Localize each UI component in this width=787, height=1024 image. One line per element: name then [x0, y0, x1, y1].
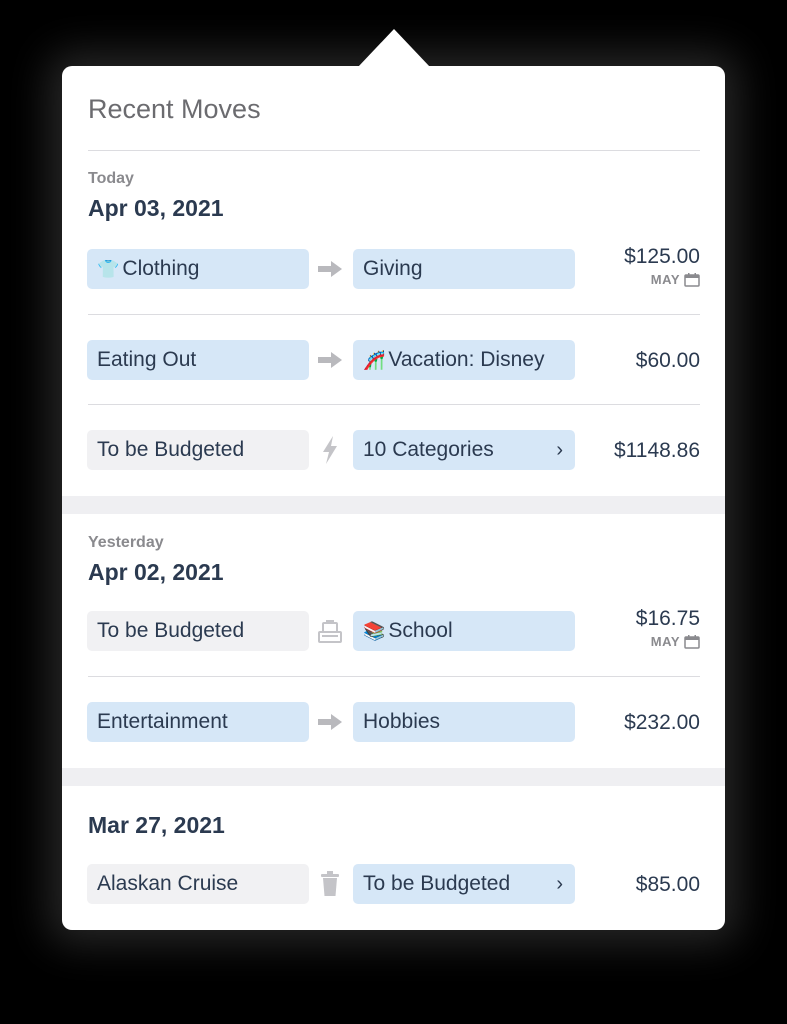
move-row[interactable]: Entertainment Hobbies $232.00	[62, 684, 725, 775]
arrow-right-icon	[315, 249, 345, 289]
to-category-pill[interactable]: Hobbies	[353, 702, 575, 742]
to-category-label: School	[388, 619, 453, 642]
from-category-label: Entertainment	[97, 710, 228, 733]
to-category-pill[interactable]: To be Budgeted ›	[353, 864, 575, 904]
arrow-right-icon	[315, 702, 345, 742]
to-category-label: 10 Categories	[363, 438, 494, 461]
calendar-icon	[684, 634, 700, 649]
move-amount: $125.00	[624, 245, 700, 268]
date-heading: Apr 02, 2021	[88, 559, 224, 585]
arrow-right-icon	[315, 340, 345, 380]
move-amount: $1148.86	[613, 439, 700, 462]
divider	[88, 314, 700, 315]
recent-moves-popover: Recent Moves Today Apr 03, 2021 👕 Clothin…	[62, 66, 725, 930]
date-heading: Mar 27, 2021	[88, 812, 225, 838]
budget-month: MAY	[651, 272, 700, 287]
from-category-pill[interactable]: To be Budgeted	[87, 611, 309, 651]
from-category-label: Alaskan Cruise	[97, 872, 239, 895]
section-separator	[62, 768, 725, 786]
move-row[interactable]: Eating Out 🎢 Vacation: Disney $60.00	[62, 322, 725, 413]
lightning-icon	[315, 430, 345, 470]
to-category-pill[interactable]: 10 Categories ›	[353, 430, 575, 470]
move-amount: $16.75	[635, 607, 700, 630]
roller-coaster-icon: 🎢	[363, 350, 386, 370]
chevron-right-icon: ›	[556, 873, 563, 895]
move-row[interactable]: 👕 Clothing Giving $125.00 MAY	[62, 231, 725, 322]
to-category-label: Hobbies	[363, 710, 441, 733]
books-icon: 📚	[363, 621, 386, 641]
from-category-label: Eating Out	[97, 348, 197, 371]
from-category-pill[interactable]: Entertainment	[87, 702, 309, 742]
from-category-pill[interactable]: Alaskan Cruise	[87, 864, 309, 904]
move-amount: $85.00	[635, 873, 700, 896]
shirt-icon: 👕	[97, 259, 120, 279]
to-category-label: Giving	[363, 257, 423, 280]
day-label: Today	[88, 170, 134, 187]
move-row[interactable]: To be Budgeted 📚 School $16.75 MAY	[62, 593, 725, 684]
from-category-pill[interactable]: To be Budgeted	[87, 430, 309, 470]
divider	[88, 150, 700, 151]
date-heading: Apr 03, 2021	[88, 195, 224, 221]
move-row[interactable]: Alaskan Cruise To be Budgeted › $85.00	[62, 846, 725, 937]
section-separator	[62, 496, 725, 514]
from-category-label: To be Budgeted	[97, 619, 245, 642]
trash-icon	[315, 864, 345, 904]
from-category-pill[interactable]: Eating Out	[87, 340, 309, 380]
move-row[interactable]: To be Budgeted 10 Categories › $1148.86	[62, 412, 725, 503]
from-category-label: To be Budgeted	[97, 438, 245, 461]
move-amount: $232.00	[624, 711, 700, 734]
chevron-right-icon: ›	[556, 439, 563, 461]
popover-title: Recent Moves	[88, 94, 261, 124]
from-category-pill[interactable]: 👕 Clothing	[87, 249, 309, 289]
to-category-pill[interactable]: 🎢 Vacation: Disney	[353, 340, 575, 380]
divider	[88, 676, 700, 677]
popover-caret	[358, 29, 430, 67]
fund-transfer-icon	[315, 611, 345, 651]
budget-month: MAY	[651, 634, 700, 649]
month-label: MAY	[650, 272, 680, 287]
to-category-pill[interactable]: Giving	[353, 249, 575, 289]
to-category-label: To be Budgeted	[363, 872, 511, 895]
month-label: MAY	[650, 634, 680, 649]
to-category-label: Vacation: Disney	[388, 348, 545, 371]
to-category-pill[interactable]: 📚 School	[353, 611, 575, 651]
move-amount: $60.00	[635, 349, 700, 372]
calendar-icon	[684, 272, 700, 287]
day-label: Yesterday	[88, 534, 164, 551]
from-category-label: Clothing	[122, 257, 200, 280]
divider	[88, 404, 700, 405]
